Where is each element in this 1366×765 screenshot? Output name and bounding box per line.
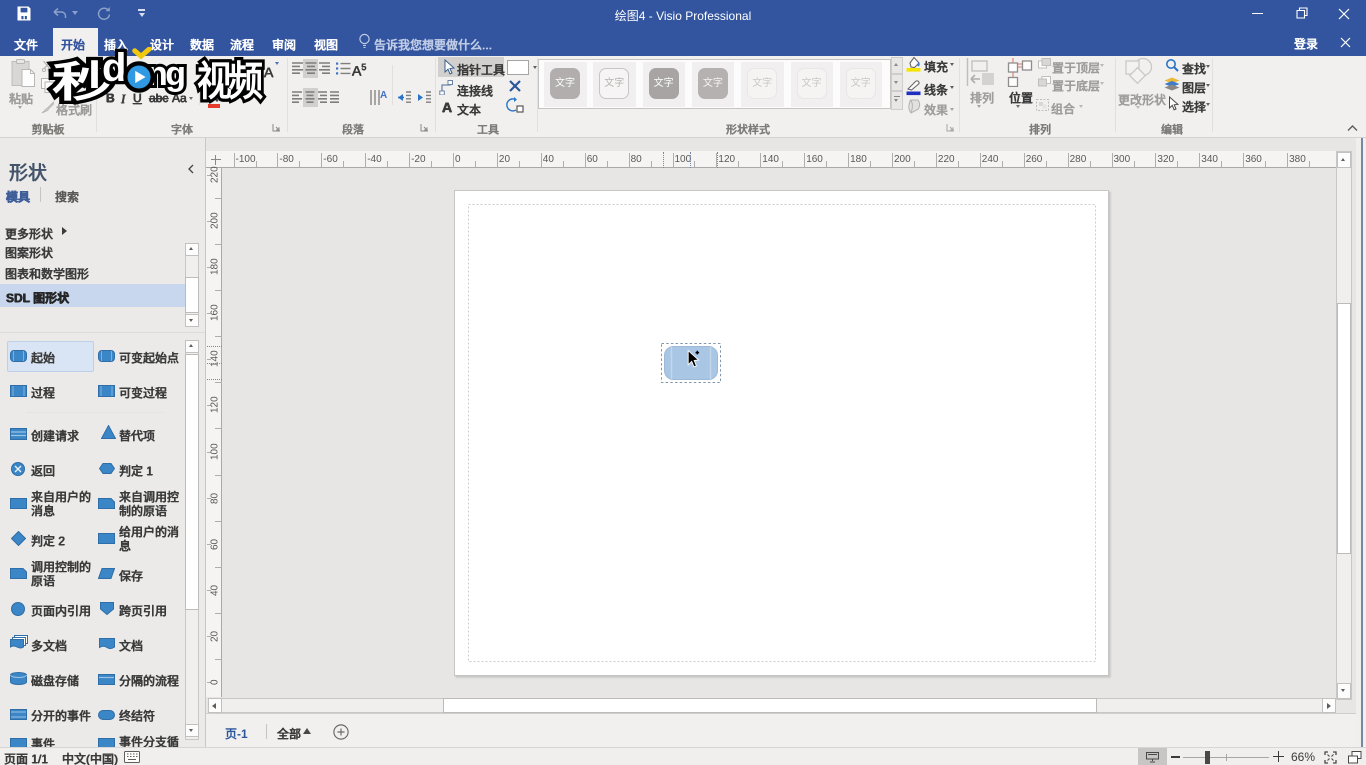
svg-text:A: A	[380, 90, 387, 101]
